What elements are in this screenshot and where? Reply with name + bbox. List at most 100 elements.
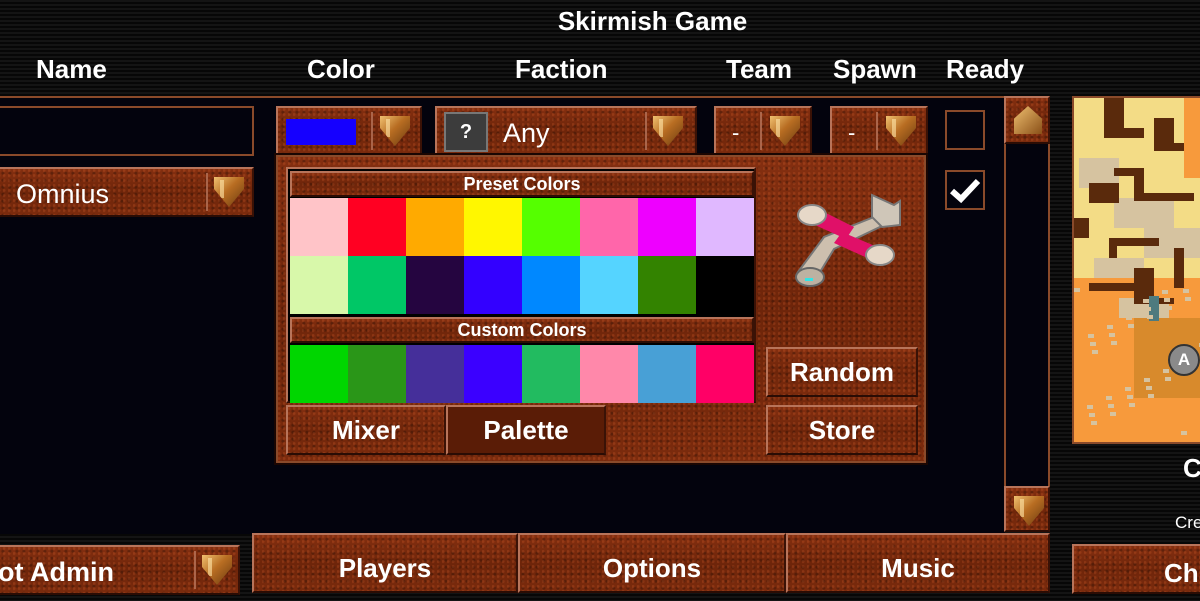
custom-colors-grid — [290, 345, 754, 403]
team-dropdown[interactable]: - — [714, 106, 812, 156]
map-terrain-tile — [1089, 183, 1119, 203]
color-swatch[interactable] — [348, 256, 406, 314]
admin-dropdown[interactable]: ot Admin — [0, 545, 240, 595]
arrow-down-icon — [1014, 496, 1044, 526]
map-terrain-tile — [1164, 298, 1170, 302]
player-name-input[interactable] — [0, 106, 254, 156]
header-faction: Faction — [515, 54, 608, 84]
spawn-value: - — [848, 120, 856, 145]
color-swatch[interactable] — [464, 345, 522, 403]
color-swatch[interactable] — [580, 198, 638, 256]
map-terrain-tile — [1144, 378, 1150, 382]
dropdown-gem-icon — [380, 116, 410, 146]
admin-label: ot Admin — [0, 557, 114, 587]
map-terrain-tile — [1090, 342, 1096, 346]
checkmark-icon — [950, 178, 981, 204]
selected-color-swatch — [286, 119, 356, 145]
separator — [876, 112, 878, 150]
map-terrain-tile — [1109, 333, 1115, 337]
map-terrain-tile — [1163, 369, 1169, 373]
map-creator: Cre — [1175, 513, 1200, 532]
player-2-name-dropdown[interactable]: Omnius — [0, 167, 254, 217]
map-preview[interactable]: A — [1072, 96, 1200, 444]
ready-checkbox-player-1[interactable] — [945, 110, 985, 150]
header-color: Color — [307, 54, 375, 84]
dropdown-gem-icon — [770, 116, 800, 146]
color-swatch[interactable] — [522, 198, 580, 256]
map-terrain-tile — [1126, 316, 1132, 320]
map-terrain-tile — [1134, 268, 1154, 298]
color-swatch[interactable] — [696, 256, 754, 314]
color-swatch[interactable] — [522, 345, 580, 403]
header-spawn: Spawn — [833, 54, 917, 84]
color-swatch[interactable] — [638, 256, 696, 314]
scroll-up-button[interactable] — [1004, 96, 1050, 144]
map-terrain-tile — [1162, 290, 1168, 294]
player-2-name: Omnius — [16, 179, 110, 209]
dropdown-gem-icon — [214, 177, 244, 207]
tab-options[interactable]: Options — [518, 533, 786, 593]
color-swatch[interactable] — [348, 345, 406, 403]
color-swatch[interactable] — [406, 198, 464, 256]
map-terrain-tile — [1125, 387, 1131, 391]
map-terrain-tile — [1107, 325, 1113, 329]
map-terrain-tile — [1184, 98, 1200, 178]
color-dropdown[interactable] — [276, 106, 422, 156]
map-terrain-tile — [1089, 283, 1134, 291]
map-terrain-tile — [1129, 403, 1135, 407]
change-map-button[interactable]: Ch — [1072, 544, 1200, 594]
map-terrain-tile — [1110, 412, 1116, 416]
color-picker-popup: Preset Colors Custom Colors Mixer Palett… — [276, 155, 926, 463]
header-team: Team — [726, 54, 792, 84]
player-list-scrollbar[interactable] — [1004, 96, 1050, 532]
separator — [645, 112, 647, 150]
page-title: Skirmish Game — [557, 6, 748, 36]
mixer-button[interactable]: Mixer — [286, 405, 446, 455]
color-swatch[interactable] — [290, 256, 348, 314]
color-swatch[interactable] — [290, 345, 348, 403]
random-button[interactable]: Random — [766, 347, 918, 397]
dropdown-gem-icon — [886, 116, 916, 146]
map-terrain-tile — [1148, 394, 1154, 398]
map-terrain-tile — [1145, 307, 1151, 311]
map-terrain-tile — [1181, 431, 1187, 435]
map-terrain-tile — [1154, 143, 1184, 151]
color-swatch[interactable] — [638, 345, 696, 403]
custom-colors-header: Custom Colors — [290, 317, 754, 343]
color-swatch[interactable] — [406, 256, 464, 314]
scroll-down-button[interactable] — [1004, 486, 1050, 532]
palette-button[interactable]: Palette — [446, 405, 606, 455]
map-terrain-tile — [1114, 198, 1174, 228]
map-terrain-tile — [1074, 218, 1089, 238]
map-terrain-tile — [1074, 288, 1080, 292]
color-swatch[interactable] — [580, 256, 638, 314]
dropdown-gem-icon — [202, 555, 232, 585]
color-swatch[interactable] — [464, 198, 522, 256]
map-terrain-tile — [1147, 315, 1153, 319]
arrow-up-icon — [1014, 106, 1042, 134]
color-swatch[interactable] — [290, 198, 348, 256]
store-button[interactable]: Store — [766, 405, 918, 455]
map-terrain-tile — [1146, 386, 1152, 390]
faction-dropdown[interactable]: ? Any — [435, 106, 697, 156]
team-value: - — [732, 120, 740, 145]
color-swatch[interactable] — [696, 345, 754, 403]
map-terrain-tile — [1183, 289, 1189, 293]
tab-music[interactable]: Music — [786, 533, 1050, 593]
color-swatch[interactable] — [464, 256, 522, 314]
preset-colors-header: Preset Colors — [290, 171, 754, 197]
color-swatch[interactable] — [348, 198, 406, 256]
tab-players[interactable]: Players — [252, 533, 518, 593]
header-name: Name — [36, 54, 107, 84]
ready-checkbox-player-2[interactable] — [945, 170, 985, 210]
color-swatch[interactable] — [638, 198, 696, 256]
dropdown-gem-icon — [653, 116, 683, 146]
color-swatch[interactable] — [406, 345, 464, 403]
header-ready: Ready — [946, 54, 1025, 84]
spawn-dropdown[interactable]: - — [830, 106, 928, 156]
color-swatch[interactable] — [696, 198, 754, 256]
map-terrain-tile — [1166, 306, 1172, 310]
map-terrain-tile — [1088, 334, 1094, 338]
color-swatch[interactable] — [522, 256, 580, 314]
color-swatch[interactable] — [580, 345, 638, 403]
